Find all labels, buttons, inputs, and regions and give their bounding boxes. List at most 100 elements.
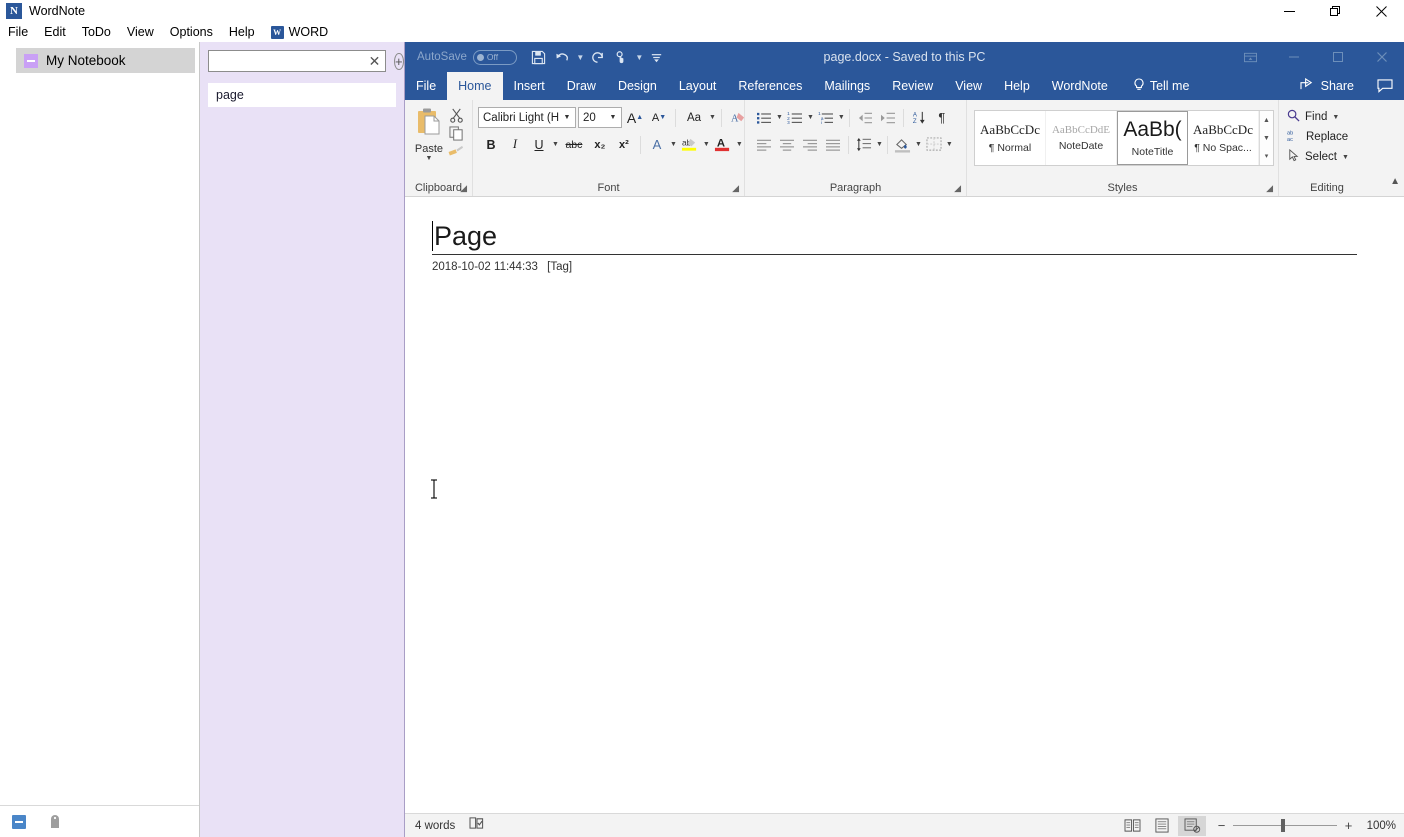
menu-item-help[interactable]: Help <box>221 23 263 41</box>
find-button[interactable]: Find ▼ <box>1287 109 1349 125</box>
customize-icon[interactable] <box>645 45 669 69</box>
font-name-combo[interactable]: Calibri Light (H ▼ <box>478 107 576 128</box>
borders-icon[interactable] <box>923 134 945 155</box>
subscript-icon[interactable]: x₂ <box>589 134 611 155</box>
proofing-errors-icon[interactable] <box>469 816 485 835</box>
superscript-icon[interactable]: x² <box>613 134 635 155</box>
numbering-icon[interactable]: 123 <box>784 107 806 128</box>
text-highlight-caret-icon[interactable]: ▼ <box>703 141 710 148</box>
tag-icon[interactable] <box>46 813 64 831</box>
cut-icon[interactable] <box>449 108 464 123</box>
tab-help[interactable]: Help <box>993 72 1041 100</box>
multilevel-list-icon[interactable]: 1ai <box>815 107 837 128</box>
justify-icon[interactable] <box>822 134 844 155</box>
text-effects-caret-icon[interactable]: ▼ <box>670 141 677 148</box>
align-right-icon[interactable] <box>799 134 821 155</box>
align-left-icon[interactable] <box>753 134 775 155</box>
style-item-notedate[interactable]: AaBbCcDdE NoteDate <box>1046 111 1117 165</box>
clipboard-dialog-launcher-icon[interactable]: ◢ <box>460 183 467 194</box>
add-note-button[interactable]: + <box>394 53 404 70</box>
format-painter-icon[interactable] <box>448 144 464 159</box>
grow-font-icon[interactable]: A▲ <box>624 107 646 128</box>
menu-item-options[interactable]: Options <box>162 23 221 41</box>
zoom-out-button[interactable]: − <box>1216 818 1227 833</box>
notebook-tree-item-my-notebook[interactable]: My Notebook <box>16 48 195 73</box>
tab-wordnote[interactable]: WordNote <box>1041 72 1119 100</box>
scroll-down-icon[interactable]: ▼ <box>1260 129 1273 147</box>
paste-button[interactable]: Paste ▼ <box>410 105 448 162</box>
clear-search-icon[interactable]: ✕ <box>368 55 381 68</box>
change-case-caret-icon[interactable]: ▼ <box>709 114 716 121</box>
autosave-toggle[interactable]: Off <box>473 50 517 65</box>
shading-icon[interactable] <box>892 134 914 155</box>
comments-icon[interactable] <box>1366 72 1404 100</box>
tab-design[interactable]: Design <box>607 72 668 100</box>
undo-icon[interactable] <box>551 45 575 69</box>
word-count[interactable]: 4 words <box>415 820 455 832</box>
style-item-no-spacing[interactable]: AaBbCcDc ¶ No Spac... <box>1188 111 1259 165</box>
find-caret-icon[interactable]: ▼ <box>1332 114 1339 121</box>
align-center-icon[interactable] <box>776 134 798 155</box>
restore-icon[interactable] <box>1312 0 1358 22</box>
strikethrough-icon[interactable]: abc <box>561 134 587 155</box>
copy-icon[interactable] <box>449 126 464 141</box>
tab-file[interactable]: File <box>405 72 447 100</box>
save-icon[interactable] <box>527 45 551 69</box>
redo-icon[interactable] <box>586 45 610 69</box>
numbering-caret-icon[interactable]: ▼ <box>807 114 814 121</box>
list-item[interactable]: page <box>208 83 396 107</box>
tab-insert[interactable]: Insert <box>503 72 556 100</box>
font-dialog-launcher-icon[interactable]: ◢ <box>732 183 739 194</box>
minimize-icon[interactable] <box>1272 42 1316 72</box>
zoom-level-label[interactable]: 100% <box>1364 820 1400 832</box>
minimize-icon[interactable] <box>1266 0 1312 22</box>
tab-review[interactable]: Review <box>881 72 944 100</box>
print-layout-icon[interactable] <box>1148 816 1176 836</box>
ribbon-display-options-icon[interactable] <box>1228 42 1272 72</box>
replace-button[interactable]: abac Replace <box>1287 129 1349 145</box>
style-item-normal[interactable]: AaBbCcDc ¶ Normal <box>975 111 1046 165</box>
text-effects-icon[interactable]: A <box>646 134 668 155</box>
paragraph-dialog-launcher-icon[interactable]: ◢ <box>954 183 961 194</box>
bullets-icon[interactable] <box>753 107 775 128</box>
search-field-wrapper[interactable]: ✕ <box>208 50 386 72</box>
shading-caret-icon[interactable]: ▼ <box>915 141 922 148</box>
borders-caret-icon[interactable]: ▼ <box>946 141 953 148</box>
tab-tell-me[interactable]: Tell me <box>1119 72 1201 100</box>
read-mode-icon[interactable] <box>1118 816 1146 836</box>
tab-home[interactable]: Home <box>447 72 502 100</box>
font-color-caret-icon[interactable]: ▼ <box>736 141 743 148</box>
menu-item-file[interactable]: File <box>0 23 36 41</box>
zoom-slider-thumb[interactable] <box>1281 819 1285 832</box>
tab-draw[interactable]: Draw <box>556 72 607 100</box>
undo-caret-icon[interactable]: ▼ <box>575 53 586 62</box>
select-button[interactable]: Select ▼ <box>1287 149 1349 165</box>
shrink-font-icon[interactable]: A▼ <box>648 107 670 128</box>
menu-item-todo[interactable]: ToDo <box>74 23 119 41</box>
web-layout-icon[interactable] <box>1178 816 1206 836</box>
zoom-slider[interactable] <box>1233 825 1337 826</box>
collapse-ribbon-icon[interactable]: ▲ <box>1390 176 1400 187</box>
menu-item-view[interactable]: View <box>119 23 162 41</box>
tab-layout[interactable]: Layout <box>668 72 728 100</box>
menu-item-edit[interactable]: Edit <box>36 23 74 41</box>
document-canvas[interactable]: Page 2018-10-02 11:44:33 [Tag] <box>405 197 1404 805</box>
document-metadata-line[interactable]: 2018-10-02 11:44:33 [Tag] <box>432 261 572 273</box>
tab-mailings[interactable]: Mailings <box>813 72 881 100</box>
search-input[interactable] <box>213 54 368 68</box>
font-color-icon[interactable]: A <box>712 134 734 155</box>
line-spacing-icon[interactable] <box>853 134 875 155</box>
close-icon[interactable] <box>1358 0 1404 22</box>
menu-item-word[interactable]: W WORD <box>263 23 337 41</box>
decrease-indent-icon[interactable] <box>854 107 876 128</box>
share-button[interactable]: Share <box>1288 72 1366 100</box>
underline-caret-icon[interactable]: ▼ <box>552 141 559 148</box>
select-caret-icon[interactable]: ▼ <box>1342 154 1349 161</box>
italic-icon[interactable]: I <box>504 134 526 155</box>
style-item-notetitle[interactable]: AaBb( NoteTitle <box>1117 111 1188 165</box>
increase-indent-icon[interactable] <box>877 107 899 128</box>
more-styles-icon[interactable]: ▾ <box>1260 147 1273 165</box>
touch-mode-caret-icon[interactable]: ▼ <box>634 53 645 62</box>
paste-caret-icon[interactable]: ▼ <box>426 155 433 162</box>
notebook-icon[interactable] <box>10 813 28 831</box>
